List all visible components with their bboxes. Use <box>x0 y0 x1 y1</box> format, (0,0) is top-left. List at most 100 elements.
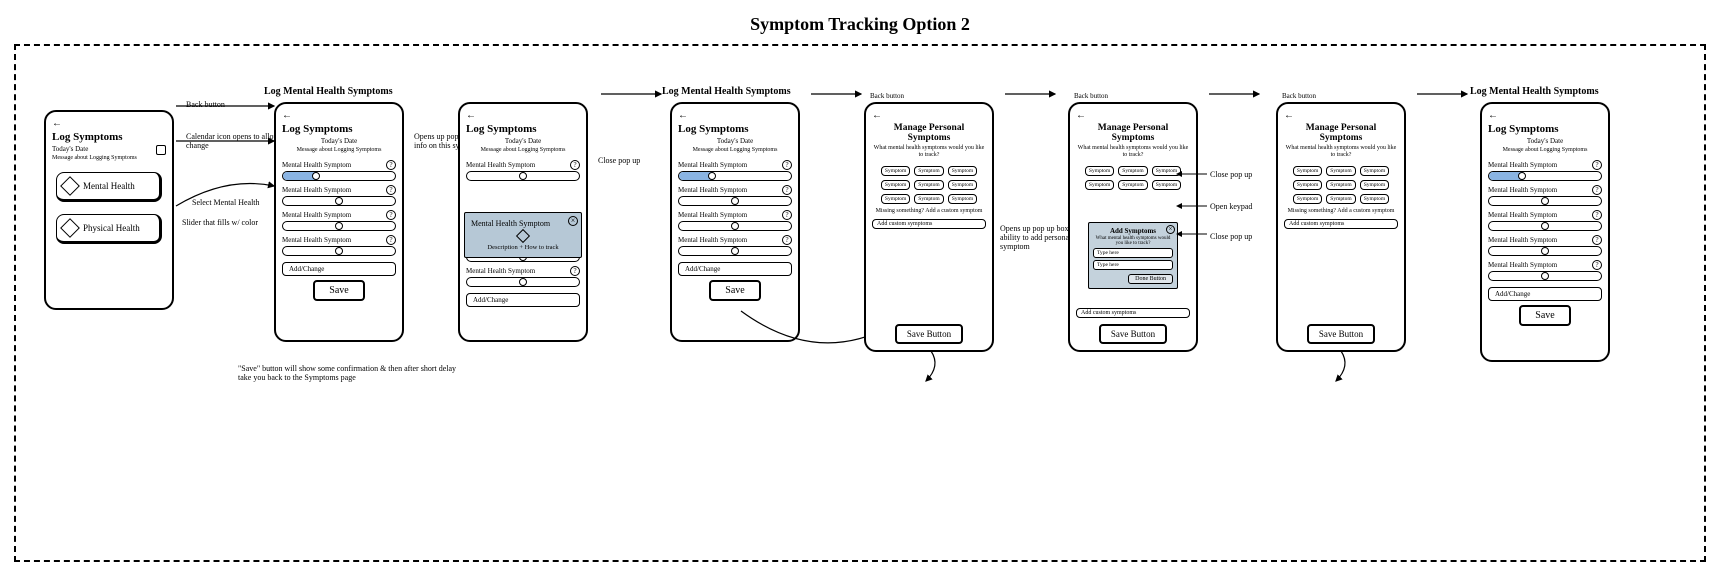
mental-health-card[interactable]: Mental Health <box>56 172 162 202</box>
add-custom-button[interactable]: Add custom symptoms <box>872 219 986 229</box>
symptom-chip[interactable]: Symptom <box>948 194 977 204</box>
back-arrow-icon[interactable]: ← <box>466 110 476 121</box>
info-icon[interactable]: ? <box>1592 210 1602 220</box>
symptom-chip[interactable]: Symptom <box>948 166 977 176</box>
save-button[interactable]: Save Button <box>895 324 963 344</box>
info-icon[interactable]: ? <box>386 235 396 245</box>
symptom-name: Mental Health Symptom <box>1488 186 1557 194</box>
add-change-button[interactable]: Add/Change <box>282 262 396 276</box>
screen-8-title: Log Mental Health Symptoms <box>1470 86 1599 97</box>
symptom-input[interactable]: Type here <box>1093 260 1173 270</box>
info-icon[interactable]: ? <box>1592 160 1602 170</box>
symptom-chip[interactable]: Symptom <box>1360 194 1389 204</box>
symptom-chip[interactable]: Symptom <box>1360 180 1389 190</box>
flow-arrow <box>1326 346 1356 386</box>
add-change-button[interactable]: Add/Change <box>466 293 580 307</box>
symptom-chip[interactable]: Symptom <box>881 194 910 204</box>
symptom-slider[interactable] <box>282 171 396 181</box>
symptom-chip[interactable]: Symptom <box>914 180 943 190</box>
add-custom-button[interactable]: Add custom symptoms <box>1284 219 1398 229</box>
symptom-slider[interactable] <box>282 196 396 206</box>
add-change-button[interactable]: Add/Change <box>678 262 792 276</box>
info-icon[interactable]: ? <box>386 160 396 170</box>
symptom-slider[interactable] <box>1488 271 1602 281</box>
info-icon[interactable]: ? <box>782 210 792 220</box>
symptom-name: Mental Health Symptom <box>282 186 351 194</box>
symptom-slider[interactable] <box>678 171 792 181</box>
wireframe-canvas: ← Log Symptoms Today's Date Message abou… <box>14 44 1706 562</box>
symptom-chip[interactable]: Symptom <box>881 180 910 190</box>
back-arrow-icon[interactable]: ← <box>1284 110 1294 121</box>
screen-1-log-symptoms: ← Log Symptoms Today's Date Message abou… <box>44 110 174 310</box>
info-icon[interactable]: ? <box>1592 185 1602 195</box>
symptom-slider[interactable] <box>466 171 580 181</box>
symptom-chip[interactable]: Symptom <box>1293 194 1322 204</box>
screen-title: Log Symptoms <box>678 123 792 135</box>
symptom-chip[interactable]: Symptom <box>948 180 977 190</box>
date-label: Today's Date <box>282 137 396 145</box>
calendar-icon[interactable] <box>156 145 166 155</box>
info-icon[interactable]: ? <box>570 266 580 276</box>
info-icon[interactable]: ? <box>1592 260 1602 270</box>
symptom-slider[interactable] <box>282 221 396 231</box>
info-icon[interactable]: ? <box>1592 235 1602 245</box>
symptom-chip[interactable]: Symptom <box>1118 166 1147 176</box>
back-arrow-icon[interactable]: ← <box>52 118 62 129</box>
symptom-slider[interactable] <box>466 277 580 287</box>
save-button[interactable]: Save <box>1519 305 1570 326</box>
screen-7-manage: ← Manage Personal Symptoms What mental h… <box>1276 102 1406 352</box>
info-icon[interactable]: ? <box>570 160 580 170</box>
popup-title: Mental Health Symptom <box>471 219 575 228</box>
info-icon[interactable]: ? <box>782 160 792 170</box>
add-custom-button[interactable]: Add custom symptoms <box>1076 308 1190 318</box>
symptom-chip[interactable]: Symptom <box>1085 166 1114 176</box>
info-icon[interactable]: ? <box>386 185 396 195</box>
flow-arrow <box>596 84 666 104</box>
symptom-name: Mental Health Symptom <box>678 236 747 244</box>
symptom-slider[interactable] <box>678 246 792 256</box>
symptom-chip[interactable]: Symptom <box>881 166 910 176</box>
symptom-chip[interactable]: Symptom <box>1360 166 1389 176</box>
add-change-button[interactable]: Add/Change <box>1488 287 1602 301</box>
screen-title: Manage Personal Symptoms <box>1284 123 1398 143</box>
symptom-input[interactable]: Type here <box>1093 248 1173 258</box>
done-button[interactable]: Done Button <box>1128 274 1173 284</box>
symptom-chip-grid: Symptom Symptom Symptom Symptom Symptom … <box>872 166 986 204</box>
symptom-slider[interactable] <box>282 246 396 256</box>
symptom-slider[interactable] <box>1488 246 1602 256</box>
annotation-close-popup: Close pop up <box>1210 170 1252 179</box>
annotation-arrows <box>1172 168 1212 238</box>
symptom-chip[interactable]: Symptom <box>1293 166 1322 176</box>
symptom-chip[interactable]: Symptom <box>1293 180 1322 190</box>
symptom-slider[interactable] <box>1488 221 1602 231</box>
symptom-chip[interactable]: Symptom <box>1085 180 1114 190</box>
back-arrow-icon[interactable]: ← <box>1076 110 1086 121</box>
symptom-slider[interactable] <box>1488 196 1602 206</box>
close-icon[interactable]: × <box>568 216 578 226</box>
message-text: Message about Logging Symptoms <box>678 147 792 154</box>
back-arrow-icon[interactable]: ← <box>678 110 688 121</box>
symptom-chip[interactable]: Symptom <box>1326 194 1355 204</box>
symptom-slider[interactable] <box>678 221 792 231</box>
diamond-icon <box>60 176 80 196</box>
info-icon[interactable]: ? <box>782 185 792 195</box>
save-button[interactable]: Save <box>313 280 364 301</box>
screen-title: Log Symptoms <box>52 131 166 143</box>
symptom-slider[interactable] <box>678 196 792 206</box>
info-icon[interactable]: ? <box>782 235 792 245</box>
back-arrow-icon[interactable]: ← <box>1488 110 1498 121</box>
symptom-chip[interactable]: Symptom <box>1118 180 1147 190</box>
save-button[interactable]: Save Button <box>1307 324 1375 344</box>
save-button[interactable]: Save Button <box>1099 324 1167 344</box>
diamond-icon <box>60 218 80 238</box>
info-icon[interactable]: ? <box>386 210 396 220</box>
symptom-slider[interactable] <box>1488 171 1602 181</box>
symptom-chip[interactable]: Symptom <box>1326 180 1355 190</box>
symptom-chip[interactable]: Symptom <box>914 166 943 176</box>
annotation-save-note: "Save" button will show some confirmatio… <box>238 364 468 382</box>
symptom-chip[interactable]: Symptom <box>914 194 943 204</box>
annotation-back-button: Back button <box>1282 92 1316 100</box>
physical-health-card[interactable]: Physical Health <box>56 214 162 244</box>
back-arrow-icon[interactable]: ← <box>872 110 882 121</box>
symptom-chip[interactable]: Symptom <box>1326 166 1355 176</box>
